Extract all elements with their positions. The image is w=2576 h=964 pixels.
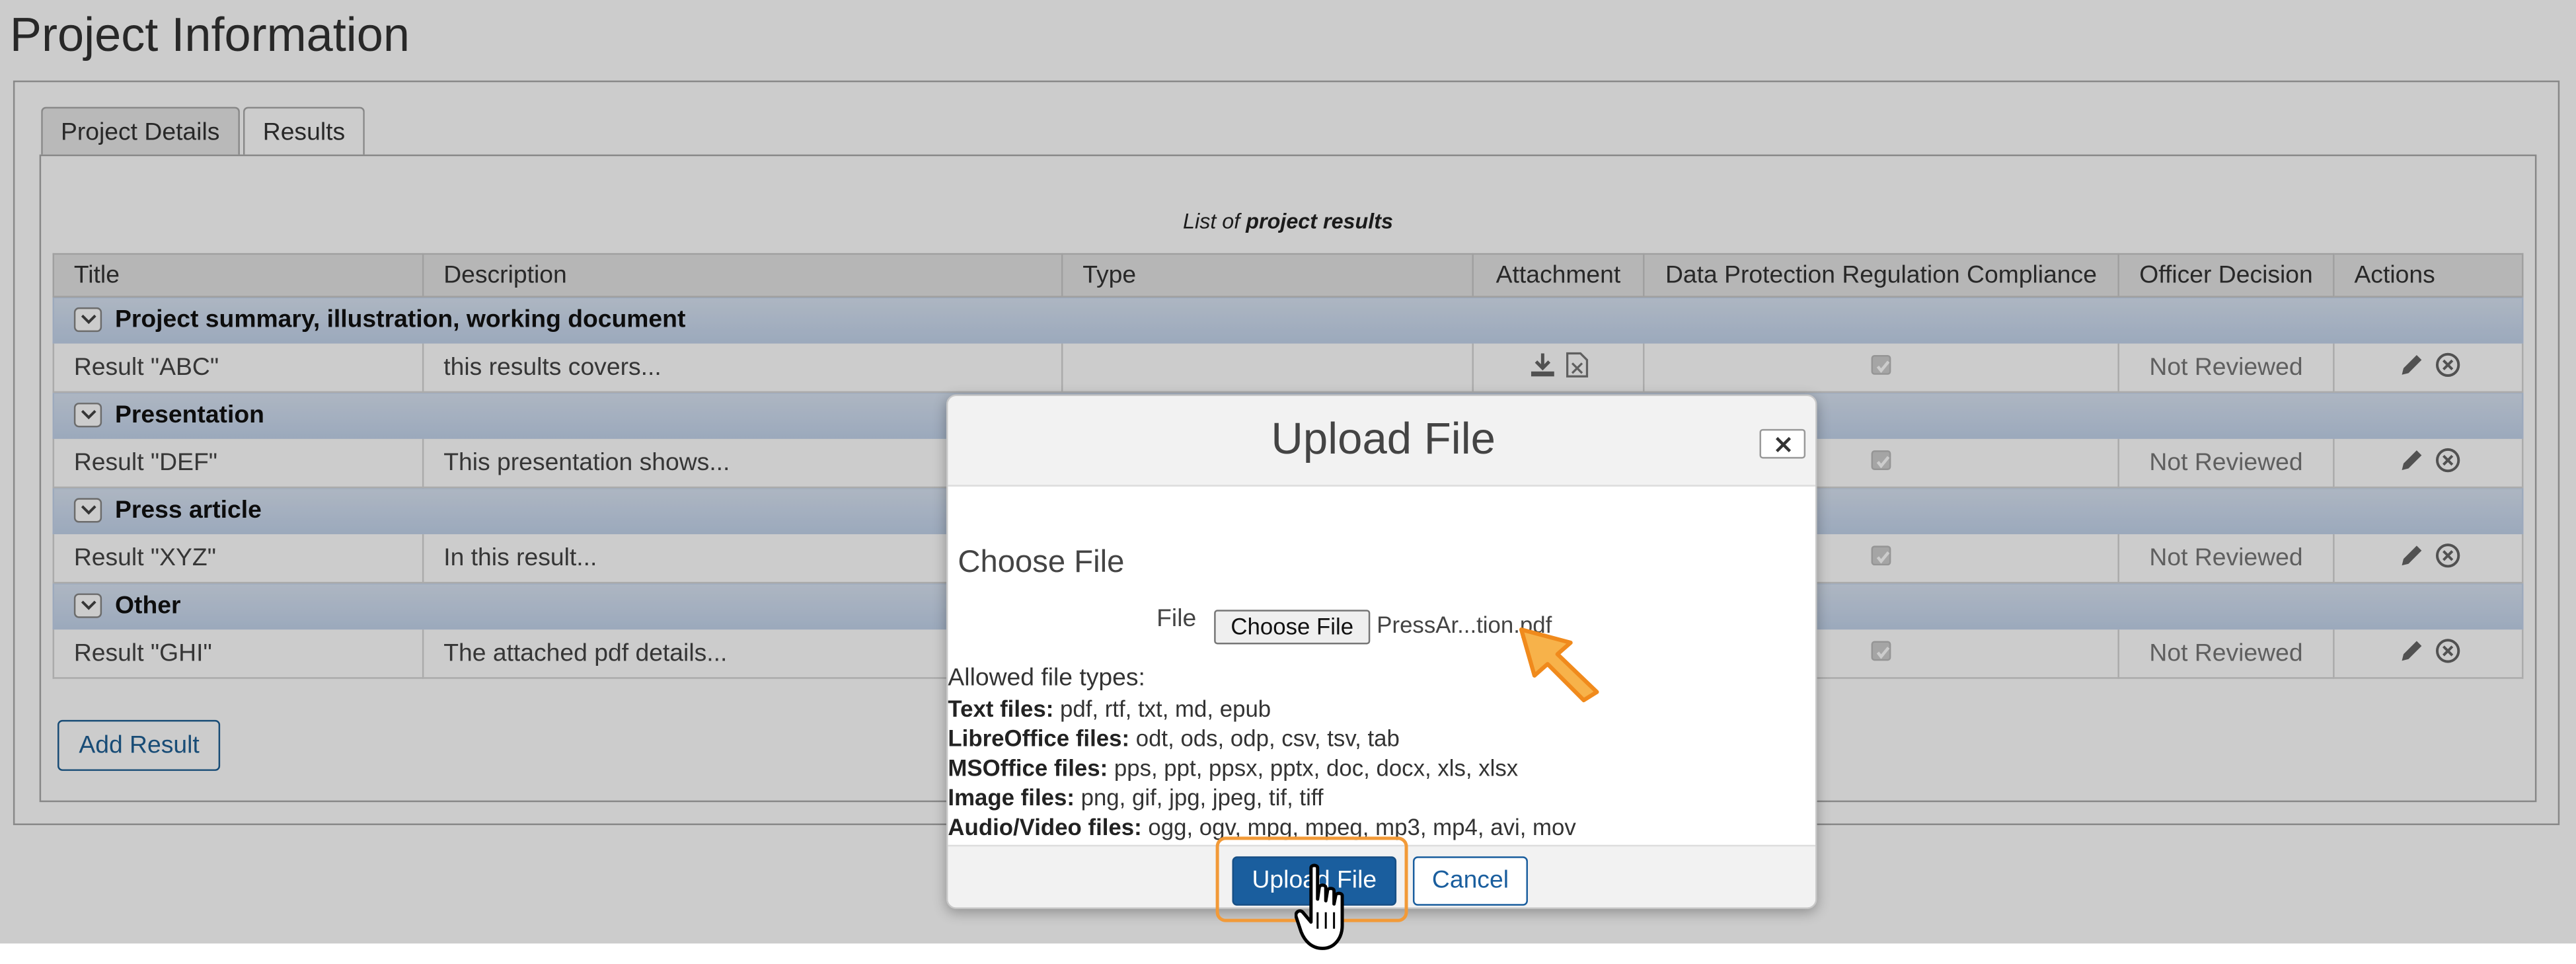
close-icon: [1776, 436, 1792, 452]
file-type-values: pps, ppt, ppsx, pptx, doc, docx, xls, xl…: [1114, 754, 1519, 781]
file-type-line: Text files: pdf, rtf, txt, md, epub: [948, 694, 1815, 723]
file-type-line: MSOffice files: pps, ppt, ppsx, pptx, do…: [948, 753, 1815, 783]
section-title: Choose File: [958, 545, 1125, 581]
allowed-types-heading: Allowed file types:: [948, 664, 1145, 692]
file-label: File: [1156, 604, 1197, 633]
file-type-values: odt, ods, odp, csv, tsv, tab: [1135, 725, 1400, 752]
choose-file-button[interactable]: Choose File: [1214, 610, 1371, 645]
dialog-header: Upload File: [948, 396, 1816, 487]
allowed-types: Allowed file types: Text files: pdf, rtf…: [948, 664, 1815, 841]
file-type-label: Text files:: [948, 695, 1054, 722]
arrow-pointer-icon: [1519, 627, 1599, 703]
file-type-line: Image files: png, gif, jpg, jpeg, tif, t…: [948, 782, 1815, 812]
upload-file-dialog: Upload File Choose File File Choose File…: [946, 394, 1817, 909]
file-type-label: Audio/Video files:: [948, 813, 1142, 840]
hand-cursor-icon: [1294, 864, 1344, 950]
close-button[interactable]: [1759, 428, 1806, 459]
file-type-line: LibreOffice files: odt, ods, odp, csv, t…: [948, 723, 1815, 753]
file-type-values: png, gif, jpg, jpeg, tif, tiff: [1080, 783, 1324, 811]
cancel-button[interactable]: Cancel: [1412, 856, 1528, 906]
file-type-label: LibreOffice files:: [948, 725, 1130, 752]
file-type-label: Image files:: [948, 783, 1075, 811]
file-type-values: pdf, rtf, txt, md, epub: [1059, 695, 1271, 722]
file-type-label: MSOffice files:: [948, 754, 1108, 781]
dialog-title: Upload File: [1271, 414, 1496, 464]
stage: Project Information Project Details Resu…: [0, 0, 2576, 959]
